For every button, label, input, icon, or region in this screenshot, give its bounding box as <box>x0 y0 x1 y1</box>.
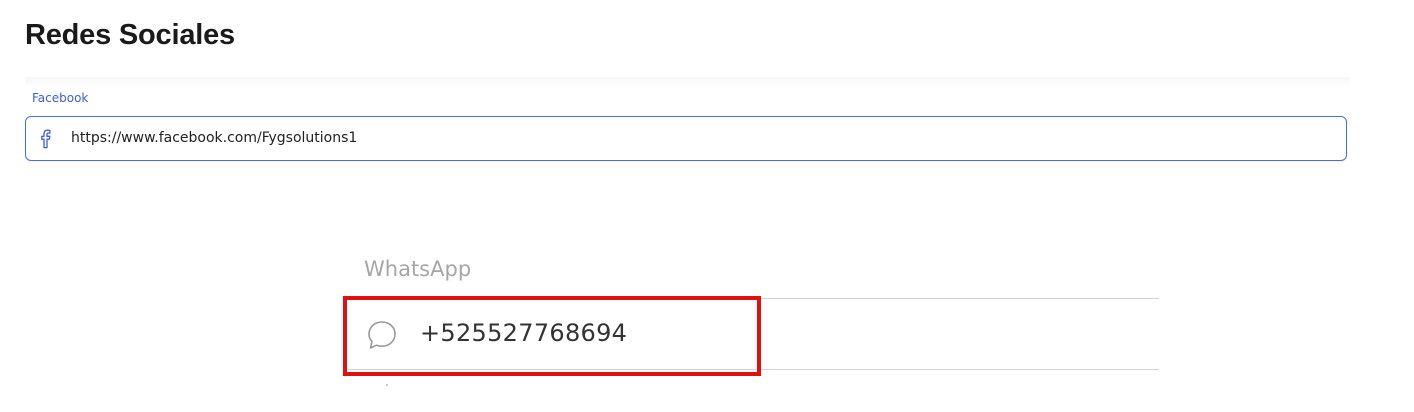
whatsapp-field-label: WhatsApp <box>364 257 472 281</box>
whatsapp-field-top-border <box>756 298 1159 299</box>
facebook-field-label: Facebook <box>32 91 89 105</box>
social-networks-page: Redes Sociales Facebook https://www.face… <box>0 0 1414 412</box>
chat-bubble-icon <box>368 321 396 349</box>
whatsapp-number-value: +525527768694 <box>420 319 628 347</box>
section-title: Redes Sociales <box>25 19 235 51</box>
facebook-input[interactable]: https://www.facebook.com/Fygsolutions1 <box>25 116 1347 161</box>
facebook-icon <box>41 129 51 149</box>
decorative-dot <box>386 384 388 386</box>
whatsapp-input-highlighted[interactable]: +525527768694 <box>343 296 761 376</box>
section-divider <box>25 77 1350 87</box>
facebook-url-value: https://www.facebook.com/Fygsolutions1 <box>71 130 358 146</box>
